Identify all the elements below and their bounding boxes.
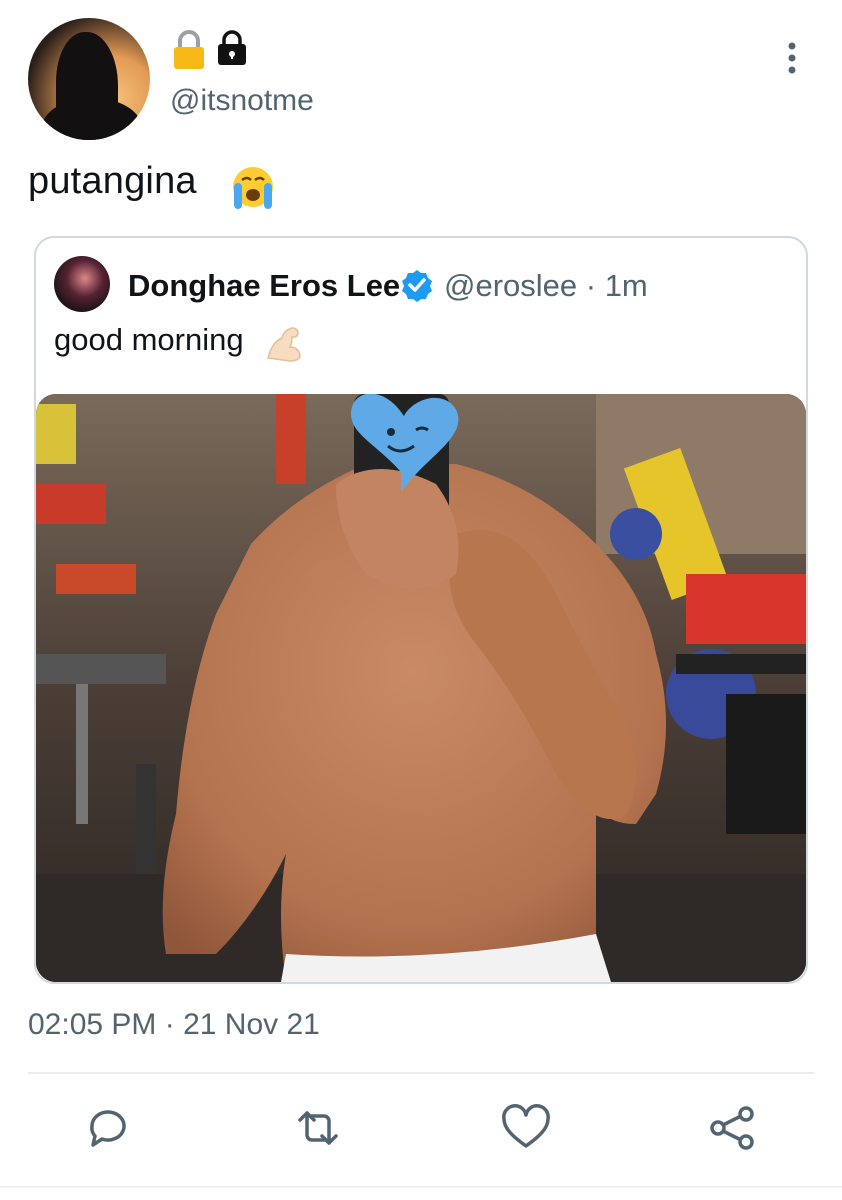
- lock-black-icon: [218, 30, 246, 65]
- verified-badge-icon: [402, 270, 432, 302]
- retweet-button[interactable]: [290, 1100, 346, 1156]
- share-button[interactable]: [704, 1100, 760, 1156]
- profile-avatar[interactable]: [28, 18, 150, 140]
- quoted-avatar[interactable]: [54, 256, 110, 312]
- like-heart-icon: [502, 1104, 550, 1148]
- user-handle[interactable]: @itsnotme: [170, 84, 314, 118]
- quoted-tweet-text: good morning: [54, 322, 244, 357]
- reply-icon: [90, 1110, 126, 1147]
- quoted-handle-time: @eroslee · 1m: [444, 268, 648, 303]
- bottom-divider: [0, 1186, 842, 1188]
- like-button[interactable]: [498, 1100, 554, 1156]
- lock-yellow-icon: [174, 30, 204, 69]
- tweet-text: putangina: [28, 160, 197, 202]
- divider: [28, 1072, 814, 1074]
- share-icon: [710, 1106, 754, 1150]
- quoted-display-name[interactable]: Donghae Eros Lee: [128, 268, 400, 304]
- reply-button[interactable]: [82, 1100, 138, 1156]
- flexed-biceps-icon: [267, 327, 301, 362]
- retweet-icon: [298, 1111, 338, 1145]
- more-vertical-icon[interactable]: [780, 40, 804, 78]
- tweet-timestamp[interactable]: 02:05 PM · 21 Nov 21: [28, 1008, 320, 1042]
- loudly-crying-face-icon: [233, 167, 273, 209]
- gym-mirror-selfie-photo: [36, 394, 806, 982]
- quoted-media-photo[interactable]: [36, 394, 806, 982]
